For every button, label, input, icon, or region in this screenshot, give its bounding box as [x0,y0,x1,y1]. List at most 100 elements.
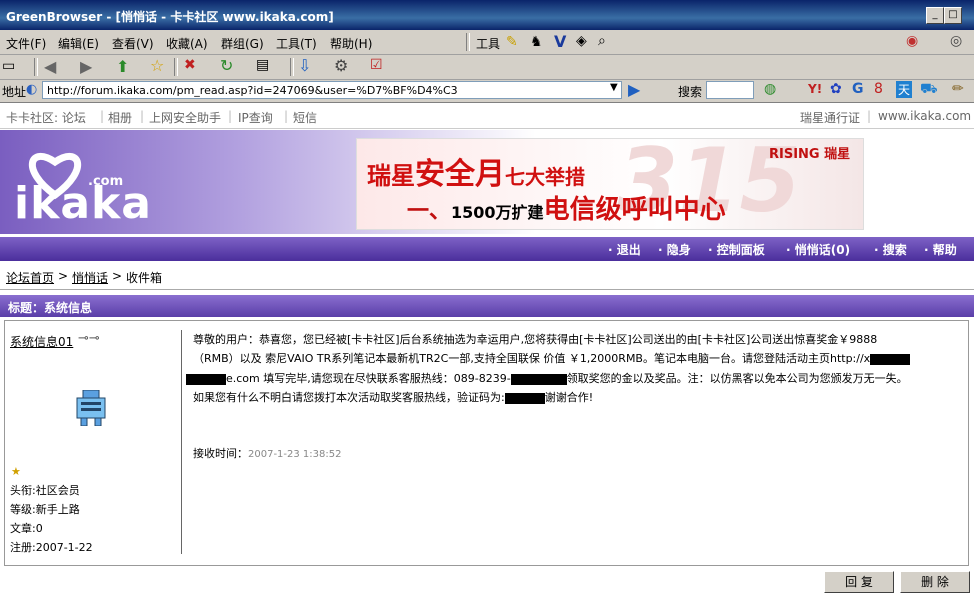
tools-label[interactable]: 工具 [476,35,500,52]
search-input[interactable] [706,81,754,99]
user-registered: 注册:2007-1-22 [10,541,93,554]
message-line-4: 如果您有什么不明白请您拨打本次活动取奖客服热线，验证码为: 谢谢合作! [193,391,594,404]
circle-icon[interactable]: ◎ [950,33,962,49]
checklist-icon[interactable]: ☑ [370,57,383,73]
topnav-album-link[interactable]: 相册 [108,109,132,126]
breadcrumb: 论坛首页 > 悄悄话 > 收件箱 [0,263,974,290]
menu-groups[interactable]: 群组(G) [221,35,264,52]
topnav-passport-link[interactable]: 瑞星通行证 [800,109,860,126]
diamond-icon[interactable]: ◈ [576,33,587,49]
window-titlebar: GreenBrowser - [悄悄话 - 卡卡社区 www.ikaka.com… [0,0,974,30]
tianya-icon[interactable]: 天 [896,81,913,98]
magnifier-icon[interactable]: ⌕ [598,33,606,49]
refresh-icon[interactable]: ↻ [220,56,233,75]
banner-brand: RISING 瑞星 [769,147,851,162]
user-level: 等级:新手上路 [10,503,80,516]
breadcrumb-inbox: 收件箱 [126,271,163,285]
menu-view[interactable]: 查看(V) [112,35,154,52]
user-posts: 文章:0 [10,522,43,535]
sogou-icon[interactable]: 8 [874,81,883,97]
redaction-block [186,373,226,385]
nav-search[interactable]: · 搜索 [874,241,907,258]
new-page-icon[interactable]: ▭ [2,58,15,74]
robot-avatar-icon [75,389,107,427]
forum-navbar: · 退出 · 隐身 · 控制面板 · 悄悄话(0) · 搜索 · 帮助 [0,237,974,261]
banner-line2: 一、1500万扩建电信级呼叫中心 [407,195,726,225]
rank-star-icon: ★ [11,465,21,478]
topnav-security-link[interactable]: 上网安全助手 [149,109,221,126]
window-title: GreenBrowser - [悄悄话 - 卡卡社区 www.ikaka.com… [6,10,334,24]
message-subject-bar: 标题：系统信息 [0,295,974,317]
breadcrumb-home[interactable]: 论坛首页 [6,269,54,286]
download-icon[interactable]: ⇩ [298,56,311,75]
divider [181,330,182,554]
v-icon[interactable]: V [554,32,566,51]
search-engine-icon[interactable]: ◍ [764,81,776,97]
menu-help[interactable]: 帮助(H) [330,35,372,52]
save-icon[interactable]: ▤ [256,57,269,73]
message-line-2: （RMB）以及 索尼VAIO TR系列笔记本最新机TR2C一部,支持全国联保 价… [193,351,911,367]
go-icon[interactable]: ▶ [628,80,640,99]
favorites-star-icon[interactable]: ☆ [150,56,164,75]
reply-button[interactable]: 回 复 [824,571,894,593]
yahoo-icon[interactable]: Y! [808,82,822,96]
forward-icon[interactable]: ▶ [80,57,92,76]
up-folder-icon[interactable]: ⬆ [116,57,129,76]
topnav-sms-link[interactable]: 短信 [293,109,317,126]
address-label: 地址 [2,85,27,99]
baidu-icon[interactable]: ✿ [830,81,842,97]
menu-favorites[interactable]: 收藏(A) [166,35,208,52]
message-line-1: 尊敬的用户：恭喜您，您已经被[卡卡社区]后台系统抽选为幸运用户,您将获得由[卡卡… [193,333,878,346]
topnav-site-link[interactable]: www.ikaka.com [878,109,971,123]
menubar: 文件(F) 编辑(E) 查看(V) 收藏(A) 群组(G) 工具(T) 帮助(H… [0,30,974,78]
site-topnav: 卡卡社区: 论坛 | 相册 | 上网安全助手 | IP查询 | 短信 瑞星通行证… [0,104,974,129]
nav-control-panel[interactable]: · 控制面板 [708,241,765,258]
back-icon[interactable]: ◀ [44,57,56,76]
offline-plug-icon: ⊸⊸ [78,331,100,346]
cart-icon[interactable]: ⛟ [920,81,938,99]
delete-button[interactable]: 删 除 [900,571,970,593]
sender-name[interactable]: 系统信息01 [10,333,73,350]
received-time: 2007-1-23 1:38:52 [248,449,342,460]
puzzle-icon[interactable]: ♞ [530,34,543,50]
received-label: 接收时间 [193,447,237,460]
toolbar: ▭ ◀ ▶ ⬆ ☆ ✖ ↻ ▤ ⇩ ⚙ ☑ [0,55,974,80]
menu-file[interactable]: 文件(F) [6,35,46,52]
topnav-ip-link[interactable]: IP查询 [238,109,273,126]
nav-pm[interactable]: · 悄悄话(0) [786,241,850,258]
received-time-row: 接收时间：2007-1-23 1:38:52 [193,447,342,460]
redaction-block [504,392,545,404]
breadcrumb-separator: > [58,269,69,283]
search-label: 搜索 [678,85,703,99]
banner-line1: 瑞星安全月七大举措 [367,157,585,192]
minimize-button[interactable]: _ [926,7,944,24]
redaction-block [510,373,567,385]
nav-invisible[interactable]: · 隐身 [658,241,691,258]
settings-icon[interactable]: ⚙ [334,56,348,75]
menu-tools[interactable]: 工具(T) [276,35,317,52]
ikaka-logo[interactable]: ikaka .com [10,140,210,230]
user-title: 头衔:社区会员 [10,484,80,497]
message-subject: 标题：系统信息 [8,301,93,315]
address-bar: 地址 ◐ http://forum.ikaka.com/pm_read.asp?… [0,80,974,103]
highlighter-icon[interactable]: ✎ [506,34,518,50]
nav-logout[interactable]: · 退出 [608,241,641,258]
chevron-down-icon[interactable]: ▼ [610,82,618,93]
redaction-block [870,353,911,365]
page-favicon-icon: ◐ [26,82,38,97]
logo-com: .com [88,174,124,189]
pen-icon[interactable]: ✏ [952,81,964,97]
maximize-button[interactable]: □ [944,7,962,24]
address-input[interactable]: http://forum.ikaka.com/pm_read.asp?id=24… [42,81,622,99]
menu-edit[interactable]: 编辑(E) [58,35,99,52]
banner-ad[interactable]: 315 瑞星安全月七大举措 一、1500万扩建电信级呼叫中心 RISING 瑞星 [356,138,864,230]
breadcrumb-separator: > [112,269,123,283]
stop-page-icon[interactable]: ✖ [184,57,196,73]
nav-help[interactable]: · 帮助 [924,241,957,258]
logo-text: ikaka [14,178,152,229]
stop-icon[interactable]: ◉ [906,33,918,49]
topnav-forum-link[interactable]: 卡卡社区: 论坛 [6,109,86,126]
message-line-3: e.com 填写完毕,请您现在尽快联系客服热线：089-8239- 领取奖您的金以… [186,371,908,387]
google-icon[interactable]: G [852,81,864,97]
breadcrumb-pm[interactable]: 悄悄话 [72,269,108,286]
